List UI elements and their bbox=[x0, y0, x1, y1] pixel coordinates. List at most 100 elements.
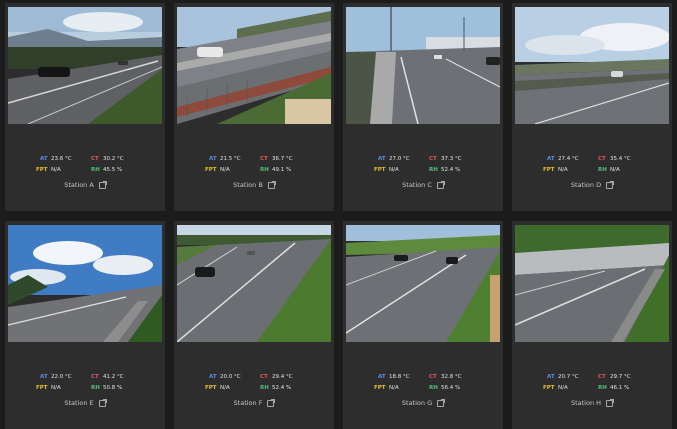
fpt-value: N/A bbox=[389, 385, 399, 391]
readings-a: AT 23.6 °C CT 30.2 °C FPT N/A RH 45.5 % bbox=[5, 154, 165, 176]
camera-image-c[interactable] bbox=[346, 7, 500, 124]
station-link-d[interactable]: Station D bbox=[512, 180, 672, 189]
readings-h: AT 20.7 °C CT 29.7 °C FPT N/A RH 46.1 % bbox=[512, 372, 672, 394]
station-card-g[interactable]: AT 18.8 °C CT 32.8 °C FPT N/A RH 56.4 % … bbox=[343, 221, 503, 429]
ct-value: 36.7 °C bbox=[272, 156, 293, 162]
rh-label: RH bbox=[91, 385, 100, 391]
station-link-f[interactable]: Station F bbox=[174, 398, 334, 407]
ct-value: 37.3 °C bbox=[441, 156, 462, 162]
camera-image-f[interactable] bbox=[177, 225, 331, 342]
at-value: 27.4 °C bbox=[558, 156, 579, 162]
ct-value: 41.2 °C bbox=[103, 374, 124, 380]
fpt-value: N/A bbox=[558, 385, 568, 391]
at-label: AT bbox=[209, 374, 217, 380]
camera-image-d[interactable] bbox=[515, 7, 669, 124]
at-label: AT bbox=[40, 374, 48, 380]
fpt-value: N/A bbox=[220, 167, 230, 173]
fpt-value: N/A bbox=[51, 167, 61, 173]
fpt-label: FPT bbox=[36, 385, 48, 391]
camera-image-h[interactable] bbox=[515, 225, 669, 342]
external-link-icon[interactable] bbox=[437, 398, 446, 407]
rh-value: N/A bbox=[610, 167, 620, 173]
camera-image-g[interactable] bbox=[346, 225, 500, 342]
ct-label: CT bbox=[260, 374, 268, 380]
ct-value: 29.7 °C bbox=[610, 374, 631, 380]
rh-label: RH bbox=[429, 385, 438, 391]
rh-value: 50.8 % bbox=[103, 385, 123, 391]
station-card-f[interactable]: AT 20.0 °C CT 29.4 °C FPT N/A RH 52.4 % … bbox=[174, 221, 334, 429]
ct-label: CT bbox=[260, 156, 268, 162]
external-link-icon[interactable] bbox=[98, 180, 107, 189]
station-link-c[interactable]: Station C bbox=[343, 180, 503, 189]
at-label: AT bbox=[378, 156, 386, 162]
external-link-icon[interactable] bbox=[436, 180, 445, 189]
station-link-b[interactable]: Station B bbox=[174, 180, 334, 189]
ct-value: 30.2 °C bbox=[103, 156, 124, 162]
at-value: 23.6 °C bbox=[51, 156, 72, 162]
station-card-d[interactable]: AT 27.4 °C CT 35.4 °C FPT N/A RH N/A Sta… bbox=[512, 3, 672, 211]
camera-image-a[interactable] bbox=[8, 7, 162, 124]
rh-label: RH bbox=[260, 167, 269, 173]
fpt-label: FPT bbox=[374, 385, 386, 391]
fpt-value: N/A bbox=[389, 167, 399, 173]
readings-g: AT 18.8 °C CT 32.8 °C FPT N/A RH 56.4 % bbox=[343, 372, 503, 394]
rh-label: RH bbox=[91, 167, 100, 173]
external-link-icon[interactable] bbox=[267, 180, 276, 189]
ct-label: CT bbox=[91, 156, 99, 162]
ct-value: 29.4 °C bbox=[272, 374, 293, 380]
station-card-b[interactable]: AT 21.5 °C CT 36.7 °C FPT N/A RH 49.1 % … bbox=[174, 3, 334, 211]
camera-image-b[interactable] bbox=[177, 7, 331, 124]
at-value: 18.8 °C bbox=[389, 374, 410, 380]
station-name[interactable]: Station A bbox=[64, 181, 94, 189]
ct-label: CT bbox=[91, 374, 99, 380]
readings-c: AT 27.0 °C CT 37.3 °C FPT N/A RH 52.4 % bbox=[343, 154, 503, 176]
rh-value: 49.1 % bbox=[272, 167, 292, 173]
fpt-value: N/A bbox=[220, 385, 230, 391]
external-link-icon[interactable] bbox=[98, 398, 107, 407]
ct-label: CT bbox=[598, 156, 606, 162]
rh-label: RH bbox=[260, 385, 269, 391]
at-value: 20.0 °C bbox=[220, 374, 241, 380]
station-link-g[interactable]: Station G bbox=[343, 398, 503, 407]
station-name[interactable]: Station E bbox=[64, 399, 93, 407]
station-name[interactable]: Station H bbox=[571, 399, 601, 407]
fpt-label: FPT bbox=[543, 385, 555, 391]
fpt-label: FPT bbox=[543, 167, 555, 173]
at-value: 21.5 °C bbox=[220, 156, 241, 162]
station-card-e[interactable]: AT 22.0 °C CT 41.2 °C FPT N/A RH 50.8 % … bbox=[5, 221, 165, 429]
readings-d: AT 27.4 °C CT 35.4 °C FPT N/A RH N/A bbox=[512, 154, 672, 176]
external-link-icon[interactable] bbox=[606, 398, 615, 407]
external-link-icon[interactable] bbox=[606, 180, 615, 189]
at-label: AT bbox=[547, 374, 555, 380]
station-name[interactable]: Station C bbox=[402, 181, 432, 189]
station-name[interactable]: Station D bbox=[571, 181, 601, 189]
rh-value: 56.4 % bbox=[441, 385, 461, 391]
at-label: AT bbox=[209, 156, 217, 162]
station-link-h[interactable]: Station H bbox=[512, 398, 672, 407]
station-card-a[interactable]: AT 23.6 °C CT 30.2 °C FPT N/A RH 45.5 % … bbox=[5, 3, 165, 211]
at-label: AT bbox=[40, 156, 48, 162]
at-value: 22.0 °C bbox=[51, 374, 72, 380]
external-link-icon[interactable] bbox=[267, 398, 276, 407]
fpt-value: N/A bbox=[558, 167, 568, 173]
rh-value: 52.4 % bbox=[272, 385, 292, 391]
station-link-a[interactable]: Station A bbox=[5, 180, 165, 189]
ct-value: 35.4 °C bbox=[610, 156, 631, 162]
readings-e: AT 22.0 °C CT 41.2 °C FPT N/A RH 50.8 % bbox=[5, 372, 165, 394]
station-name[interactable]: Station F bbox=[234, 399, 263, 407]
rh-label: RH bbox=[429, 167, 438, 173]
rh-value: 45.5 % bbox=[103, 167, 123, 173]
station-card-c[interactable]: AT 27.0 °C CT 37.3 °C FPT N/A RH 52.4 % … bbox=[343, 3, 503, 211]
readings-b: AT 21.5 °C CT 36.7 °C FPT N/A RH 49.1 % bbox=[174, 154, 334, 176]
station-name[interactable]: Station G bbox=[402, 399, 432, 407]
at-value: 27.0 °C bbox=[389, 156, 410, 162]
station-name[interactable]: Station B bbox=[233, 181, 263, 189]
readings-f: AT 20.0 °C CT 29.4 °C FPT N/A RH 52.4 % bbox=[174, 372, 334, 394]
camera-image-e[interactable] bbox=[8, 225, 162, 342]
station-card-h[interactable]: AT 20.7 °C CT 29.7 °C FPT N/A RH 46.1 % … bbox=[512, 221, 672, 429]
station-link-e[interactable]: Station E bbox=[5, 398, 165, 407]
fpt-label: FPT bbox=[205, 385, 217, 391]
fpt-label: FPT bbox=[36, 167, 48, 173]
fpt-label: FPT bbox=[205, 167, 217, 173]
rh-value: 46.1 % bbox=[610, 385, 630, 391]
